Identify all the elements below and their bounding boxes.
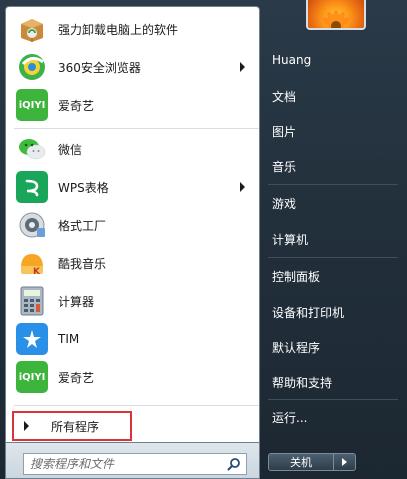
uninstall-box-icon: [16, 13, 48, 45]
divider: [268, 399, 398, 400]
program-item-iqiyi[interactable]: iQIYI 爱奇艺: [10, 87, 257, 123]
run-link[interactable]: 运行...: [272, 409, 307, 426]
user-avatar[interactable]: [306, 0, 366, 30]
program-label: TIM: [58, 332, 80, 346]
program-label: 360安全浏览器: [58, 60, 141, 75]
program-item-kuwo-music[interactable]: K 酷我音乐: [10, 245, 257, 281]
program-label: 格式工厂: [58, 218, 107, 233]
expand-arrow-icon: [24, 421, 29, 431]
program-label: WPS表格: [58, 180, 109, 195]
program-item-tim[interactable]: TIM: [10, 321, 257, 357]
360-browser-icon: [16, 51, 48, 83]
program-item-360-browser[interactable]: 360安全浏览器: [10, 49, 257, 85]
program-list-pane: 强力卸载电脑上的软件 360安全浏览器 iQIYI 爱奇艺 微信 WPS表格 格…: [5, 6, 260, 443]
program-label: 爱奇艺: [58, 370, 95, 385]
iqiyi-icon: iQIYI: [16, 89, 48, 121]
music-link[interactable]: 音乐: [272, 158, 296, 175]
calculator-icon: [16, 285, 48, 317]
search-box[interactable]: [23, 453, 247, 475]
program-label: 计算器: [58, 294, 95, 309]
wechat-icon: [16, 133, 48, 165]
control-panel-link[interactable]: 控制面板: [272, 268, 320, 285]
divider: [268, 184, 398, 185]
devices-printers-link[interactable]: 设备和打印机: [272, 304, 344, 321]
start-menu: 强力卸载电脑上的软件 360安全浏览器 iQIYI 爱奇艺 微信 WPS表格 格…: [0, 0, 407, 479]
program-label: 爱奇艺: [58, 98, 95, 113]
all-programs-button[interactable]: 所有程序: [12, 411, 132, 441]
program-item-calculator[interactable]: 计算器: [10, 283, 257, 319]
program-item-uninstall[interactable]: 强力卸载电脑上的软件: [10, 11, 257, 47]
all-programs-label: 所有程序: [51, 419, 100, 434]
user-name-link[interactable]: Huang: [272, 53, 311, 67]
default-programs-link[interactable]: 默认程序: [272, 339, 320, 356]
program-label: 微信: [58, 142, 83, 157]
divider: [14, 405, 259, 406]
games-link[interactable]: 游戏: [272, 195, 296, 212]
search-icon[interactable]: [227, 457, 241, 474]
tim-icon: [16, 323, 48, 355]
program-label: 酷我音乐: [58, 256, 107, 271]
pictures-link[interactable]: 图片: [272, 123, 296, 140]
search-input[interactable]: [24, 457, 214, 471]
program-label: 强力卸载电脑上的软件: [58, 22, 179, 37]
svg-text:K: K: [33, 267, 41, 277]
iqiyi-icon: iQIYI: [16, 361, 48, 393]
divider: [268, 257, 398, 258]
submenu-arrow-icon[interactable]: [240, 182, 245, 192]
search-bar-area: [5, 443, 260, 479]
shutdown-label: 关机: [290, 456, 312, 469]
chevron-right-icon: [342, 458, 347, 466]
help-support-link[interactable]: 帮助和支持: [272, 374, 332, 391]
computer-link[interactable]: 计算机: [272, 231, 308, 248]
program-item-iqiyi-2[interactable]: iQIYI 爱奇艺: [10, 359, 257, 395]
shutdown-button[interactable]: 关机: [268, 453, 334, 471]
submenu-arrow-icon[interactable]: [240, 62, 245, 72]
program-item-wechat[interactable]: 微信: [10, 131, 257, 167]
format-factory-icon: [16, 209, 48, 241]
shutdown-options-button[interactable]: [334, 453, 356, 471]
divider: [14, 128, 259, 129]
kuwo-music-icon: K: [16, 247, 48, 279]
documents-link[interactable]: 文档: [272, 88, 296, 105]
wps-spreadsheet-icon: [16, 171, 48, 203]
program-item-wps-spreadsheet[interactable]: WPS表格: [10, 169, 257, 205]
program-item-format-factory[interactable]: 格式工厂: [10, 207, 257, 243]
